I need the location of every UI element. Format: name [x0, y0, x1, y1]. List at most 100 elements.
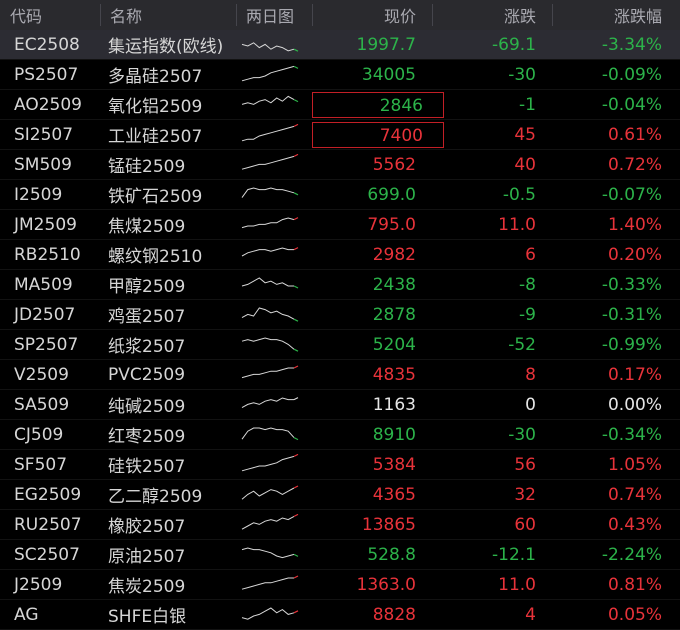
- last-price: 4835: [312, 365, 432, 385]
- price-change: -30: [508, 424, 536, 445]
- sparkline-tail: [293, 436, 299, 440]
- table-row[interactable]: RB2510 螺纹钢2510 2982 6 0.20%: [0, 240, 680, 270]
- table-row[interactable]: RU2507 橡胶2507 13865 60 0.43%: [0, 510, 680, 540]
- table-row[interactable]: JM2509 焦煤2509 795.0 11.0 1.40%: [0, 210, 680, 240]
- two-day-sparkline: [236, 60, 312, 90]
- two-day-sparkline: [236, 480, 312, 510]
- two-day-sparkline: [236, 540, 312, 570]
- table-header: 代码 名称 两日图 现价 涨跌 涨跌幅: [0, 0, 680, 30]
- table-row[interactable]: SM509 锰硅2509 5562 40 0.72%: [0, 150, 680, 180]
- contract-code: SF507: [14, 454, 68, 475]
- column-header-code[interactable]: 代码: [0, 3, 100, 27]
- table-row[interactable]: AO2509 氧化铝2509 2846 -1 -0.04%: [0, 90, 680, 120]
- sparkline-tail: [293, 364, 299, 369]
- price-change: 11.0: [498, 574, 536, 595]
- last-price-value: 8910: [372, 424, 416, 445]
- last-price-value: 5562: [372, 154, 416, 175]
- column-divider[interactable]: [552, 4, 553, 26]
- table-row[interactable]: EG2509 乙二醇2509 4365 32 0.74%: [0, 480, 680, 510]
- price-change: -8: [519, 274, 536, 295]
- column-divider[interactable]: [236, 4, 237, 26]
- table-row[interactable]: JD2507 鸡蛋2507 2878 -9 -0.31%: [0, 300, 680, 330]
- contract-name: 工业硅2507: [108, 127, 203, 147]
- column-header-name[interactable]: 名称: [100, 3, 236, 27]
- last-price: 5204: [312, 335, 432, 355]
- two-day-sparkline: [236, 570, 312, 600]
- contract-code: RU2507: [14, 514, 82, 535]
- price-change-pct: 0.00%: [607, 394, 662, 415]
- price-change-pct: -0.04%: [601, 94, 662, 115]
- last-price-value: 795.0: [367, 214, 416, 235]
- contract-name: 甲醇2509: [108, 277, 186, 297]
- table-row[interactable]: AG SHFE白银 8828 4 0.05%: [0, 600, 680, 630]
- contract-code: AO2509: [14, 94, 82, 115]
- price-change-pct: -2.24%: [601, 544, 662, 565]
- sparkline-path: [241, 606, 295, 620]
- contract-name: 乙二醇2509: [108, 487, 203, 507]
- last-price-value: 699.0: [367, 184, 416, 205]
- price-change: 60: [514, 514, 536, 535]
- two-day-sparkline: [236, 30, 312, 60]
- last-price: 7400: [312, 121, 444, 148]
- sparkline-tail: [293, 48, 299, 52]
- two-day-sparkline: [236, 120, 312, 150]
- contract-code: I2509: [14, 184, 63, 205]
- two-day-sparkline: [236, 180, 312, 210]
- contract-code: J2509: [14, 574, 63, 595]
- last-price-value: 13865: [361, 514, 416, 535]
- two-day-sparkline: [236, 390, 312, 420]
- table-row[interactable]: PS2507 多晶硅2507 34005 -30 -0.09%: [0, 60, 680, 90]
- table-row[interactable]: SP2507 纸浆2507 5204 -52 -0.99%: [0, 330, 680, 360]
- price-change: 6: [525, 244, 536, 265]
- column-divider[interactable]: [312, 4, 313, 26]
- sparkline-path: [241, 515, 295, 530]
- column-header-price[interactable]: 现价: [312, 3, 432, 27]
- sparkline-tail: [293, 216, 299, 220]
- price-change-pct: 0.43%: [607, 514, 662, 535]
- table-row[interactable]: SI2507 工业硅2507 7400 45 0.61%: [0, 120, 680, 150]
- table-row[interactable]: J2509 焦炭2509 1363.0 11.0 0.81%: [0, 570, 680, 600]
- column-header-pct[interactable]: 涨跌幅: [552, 3, 680, 27]
- sparkline-tail: [293, 609, 299, 613]
- sparkline-tail: [293, 574, 299, 579]
- sparkline-tail: [293, 191, 299, 195]
- table-row[interactable]: V2509 PVC2509 4835 8 0.17%: [0, 360, 680, 390]
- column-header-change[interactable]: 涨跌: [432, 3, 552, 27]
- sparkline-path: [241, 155, 295, 170]
- table-row[interactable]: SA509 纯碱2509 1163 0 0.00%: [0, 390, 680, 420]
- table-row[interactable]: EC2508 集运指数(欧线) 1997.7 -69.1 -3.34%: [0, 30, 680, 60]
- contract-name: 焦炭2509: [108, 577, 186, 597]
- sparkline-tail: [293, 513, 299, 517]
- contract-name: 红枣2509: [108, 427, 186, 447]
- sparkline-path: [241, 216, 295, 228]
- sparkline-path: [241, 396, 294, 408]
- contract-name: 原油2507: [108, 547, 186, 567]
- table-row[interactable]: CJ509 红枣2509 8910 -30 -0.34%: [0, 420, 680, 450]
- price-change: -0.5: [502, 184, 536, 205]
- sparkline-tail: [293, 348, 299, 352]
- price-change-pct: 0.81%: [607, 574, 662, 595]
- contract-code: SA509: [14, 394, 70, 415]
- price-change-pct: 1.05%: [607, 454, 662, 475]
- contract-code: V2509: [14, 364, 69, 385]
- column-divider[interactable]: [100, 4, 101, 26]
- two-day-sparkline: [236, 450, 312, 480]
- last-price-value: 4365: [372, 484, 416, 505]
- table-row[interactable]: I2509 铁矿石2509 699.0 -0.5 -0.07%: [0, 180, 680, 210]
- contract-code: JD2507: [14, 304, 76, 325]
- column-divider[interactable]: [432, 4, 433, 26]
- two-day-sparkline: [236, 360, 312, 390]
- contract-name: 纯碱2509: [108, 397, 186, 417]
- sparkline-tail: [293, 453, 299, 457]
- last-price: 8910: [312, 425, 432, 445]
- table-row[interactable]: SC2507 原油2507 528.8 -12.1 -2.24%: [0, 540, 680, 570]
- last-price-value: 5204: [372, 334, 416, 355]
- table-row[interactable]: SF507 硅铁2507 5384 56 1.05%: [0, 450, 680, 480]
- sparkline-tail: [293, 553, 299, 557]
- price-change: -30: [508, 64, 536, 85]
- price-change-pct: -0.99%: [601, 334, 662, 355]
- table-row[interactable]: MA509 甲醇2509 2438 -8 -0.33%: [0, 270, 680, 300]
- quote-table: 代码 名称 两日图 现价 涨跌 涨跌幅 EC2508 集运指数(欧线) 1997.7…: [0, 0, 680, 630]
- column-header-spark[interactable]: 两日图: [236, 0, 312, 30]
- price-change: 0: [525, 394, 536, 415]
